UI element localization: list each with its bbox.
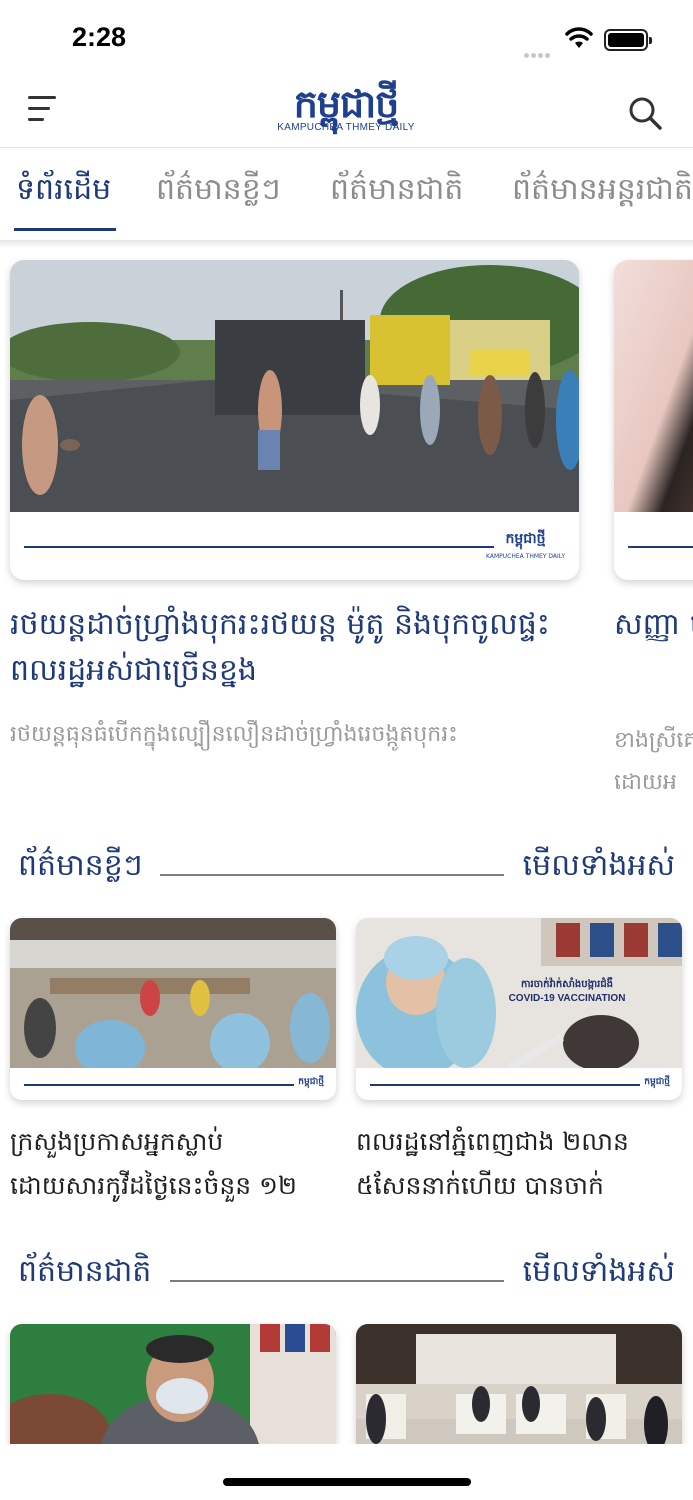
tab-home[interactable]: ទំព័រដើម (16, 170, 111, 214)
featured-carousel: កម្ពុជាថ្មី KAMPUCHEA THMEY DAILY រថយន្តដ… (0, 258, 693, 798)
search-icon (629, 97, 662, 130)
article-card[interactable] (10, 1324, 336, 1464)
article-image: ការចាក់វ៉ាក់សាំងបង្ការជំងឺ COVID-19 VACC… (356, 918, 682, 1068)
vaccination-banner-text: ការចាក់វ៉ាក់សាំងបង្ការជំងឺ COVID-19 VACC… (452, 978, 682, 1006)
logo-text: កម្ពុជាថ្មី (293, 82, 400, 126)
section-header-short-news: ព័ត៌មានខ្លីៗ មើលទាំងអស់ (0, 838, 693, 898)
active-tab-indicator (14, 228, 116, 231)
article-card[interactable] (356, 1324, 682, 1464)
section-title: ព័ត៌មានជាតិ (18, 1254, 152, 1289)
article-card[interactable]: ការចាក់វ៉ាក់សាំងបង្ការជំងឺ COVID-19 VACC… (356, 918, 682, 1100)
cellular-signal-icon (524, 43, 552, 62)
section-divider (160, 874, 504, 876)
section-title: ព័ត៌មានខ្លីៗ (18, 848, 143, 883)
next-featured-image (614, 260, 693, 512)
watermark-logo: កម្ពុជាថ្មី KAMPUCHEA THMEY DAILY (486, 531, 565, 560)
featured-card-footer: កម្ពុជាថ្មី KAMPUCHEA THMEY DAILY (10, 512, 579, 580)
footer-divider (628, 546, 693, 548)
tab-national-news[interactable]: ព័ត៌មានជាតិ (330, 170, 463, 214)
footer-divider (24, 1084, 294, 1086)
logo-subtitle: KAMPUCHEA THMEY DAILY (277, 122, 415, 133)
article-title[interactable]: ពលរដ្ឋនៅភ្នំពេញជាង ២លាន ៥សែននាក់ហើយ បានច… (356, 1120, 682, 1208)
next-featured-card[interactable] (614, 260, 693, 580)
article-image (356, 1324, 682, 1464)
section-divider (170, 1280, 504, 1282)
category-tabs: ទំព័រដើម ព័ត៌មានខ្លីៗ ព័ត៌មានជាតិ ព័ត៌មា… (0, 148, 693, 240)
next-featured-summary-line: ខាងស្រីគេ (614, 728, 693, 753)
watermark-logo: កម្ពុជាថ្មី (298, 1077, 324, 1087)
tabs-divider (0, 240, 693, 248)
next-featured-summary: ខាងស្រីគេ ដោយអ (614, 720, 693, 798)
see-all-link[interactable]: មើលទាំងអស់ (523, 1252, 675, 1296)
featured-image (10, 260, 579, 512)
tab-international-news[interactable]: ព័ត៌មានអន្តរជាតិ (512, 170, 693, 214)
status-bar: 2:28 (0, 0, 693, 80)
status-time: 2:28 (72, 22, 127, 52)
see-all-link[interactable]: មើលទាំងអស់ (523, 846, 675, 890)
footer-divider (24, 546, 494, 548)
next-featured-title[interactable]: សញ្ញា ថានាង (614, 602, 693, 648)
article-card[interactable]: កម្ពុជាថ្មី (10, 918, 336, 1100)
wifi-icon (564, 26, 594, 54)
search-button[interactable] (626, 94, 664, 132)
tab-short-news[interactable]: ព័ត៌មានខ្លីៗ (156, 170, 281, 214)
article-image (10, 1324, 336, 1464)
vaccination-banner-english: COVID-19 VACCINATION (508, 993, 626, 1004)
watermark-logo: កម្ពុជាថ្មី (644, 1077, 670, 1087)
featured-summary: រថយន្តធុនធំបើកក្នុងល្បឿនលឿនដាច់ហ្វ្រាំងរ… (10, 722, 458, 747)
app-header: កម្ពុជាថ្មី KAMPUCHEA THMEY DAILY (0, 80, 693, 148)
battery-icon (604, 29, 652, 51)
app-logo[interactable]: កម្ពុជាថ្មី KAMPUCHEA THMEY DAILY (276, 82, 416, 144)
menu-button[interactable] (28, 96, 64, 130)
article-image (10, 918, 336, 1068)
article-card-footer: កម្ពុជាថ្មី (10, 1068, 336, 1100)
section-header-national-news: ព័ត៌មានជាតិ មើលទាំងអស់ (0, 1244, 693, 1304)
home-indicator[interactable] (223, 1478, 471, 1486)
home-indicator-area (0, 1444, 693, 1500)
vaccination-banner-khmer: ការចាក់វ៉ាក់សាំងបង្ការជំងឺ (520, 979, 614, 990)
featured-title[interactable]: រថយន្តដាច់ហ្វ្រាំងបុករះរថយន្ត ម៉ូតូ និងប… (10, 602, 570, 694)
article-card-footer: កម្ពុជាថ្មី (356, 1068, 682, 1100)
article-title[interactable]: ក្រសួងប្រកាសអ្នកស្លាប់ដោយសារកូវីដថ្ងៃនេះ… (10, 1120, 336, 1208)
next-featured-summary-line: ដោយអ (614, 770, 677, 795)
featured-card[interactable]: កម្ពុជាថ្មី KAMPUCHEA THMEY DAILY (10, 260, 579, 580)
footer-divider (370, 1084, 640, 1086)
